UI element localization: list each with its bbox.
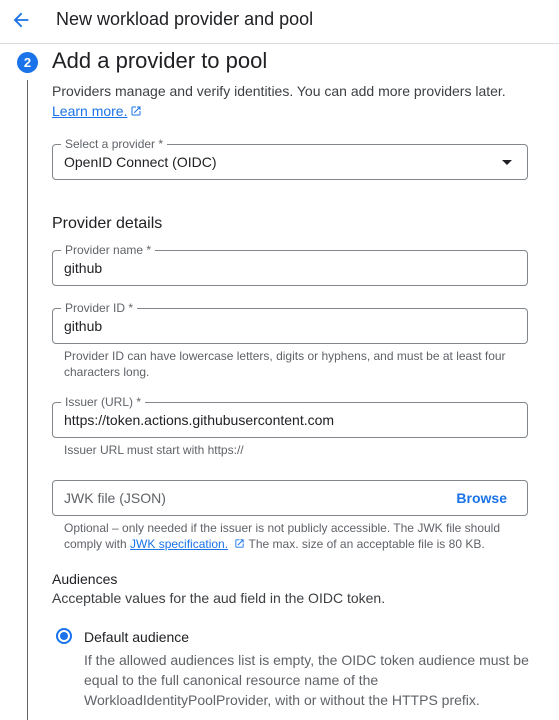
provider-id-hint-line1: Provider ID can have lowercase letters, … bbox=[64, 349, 506, 363]
provider-details-heading: Provider details bbox=[52, 215, 163, 232]
default-audience-description: If the allowed audiences list is empty, … bbox=[84, 652, 529, 708]
provider-name-field[interactable]: Provider name * github bbox=[52, 243, 528, 286]
provider-id-hint-line2: characters long. bbox=[64, 365, 150, 379]
provider-id-value: github bbox=[64, 318, 103, 334]
jwk-file-field[interactable]: JWK file (JSON) Browse bbox=[52, 480, 528, 516]
learn-more-label: Learn more. bbox=[52, 103, 128, 119]
jwk-hint-line2: comply with JWK specification. The max. … bbox=[64, 536, 500, 552]
default-audience-radio[interactable] bbox=[56, 628, 72, 644]
step-number-badge: 2 bbox=[17, 52, 38, 73]
step-description: Providers manage and verify identities. … bbox=[52, 83, 506, 99]
jwk-hint-prefix: comply with bbox=[64, 537, 127, 551]
radio-selected-dot bbox=[60, 632, 68, 640]
audiences-title: Audiences bbox=[52, 571, 118, 587]
provider-name-label: Provider name * bbox=[61, 243, 156, 257]
jwk-file-hint: Optional – only needed if the issuer is … bbox=[64, 520, 500, 552]
issuer-url-value: https://token.actions.githubusercontent.… bbox=[64, 412, 335, 428]
top-bar: New workload provider and pool bbox=[0, 0, 559, 44]
learn-more-link[interactable]: Learn more. bbox=[52, 103, 142, 119]
dropdown-arrow-icon bbox=[502, 160, 512, 165]
audiences-description: Acceptable values for the aud field in t… bbox=[52, 590, 386, 606]
jwk-hint-suffix: The max. size of an acceptable file is 8… bbox=[248, 537, 485, 551]
step-title: Add a provider to pool bbox=[52, 48, 268, 73]
provider-id-hint: Provider ID can have lowercase letters, … bbox=[64, 348, 506, 380]
issuer-url-hint: Issuer URL must start with https:// bbox=[64, 443, 244, 457]
external-link-icon bbox=[235, 539, 245, 548]
provider-id-field[interactable]: Provider ID * github bbox=[52, 301, 528, 344]
arrow-back-icon[interactable] bbox=[10, 9, 32, 31]
jwk-spec-link[interactable]: JWK specification. bbox=[130, 537, 228, 551]
provider-id-label: Provider ID * bbox=[61, 301, 138, 315]
default-audience-label[interactable]: Default audience bbox=[84, 629, 189, 645]
issuer-url-label: Issuer (URL) * bbox=[61, 395, 146, 409]
browse-button[interactable]: Browse bbox=[456, 490, 507, 506]
jwk-hint-line1: Optional – only needed if the issuer is … bbox=[64, 521, 501, 535]
provider-select[interactable]: Select a provider * OpenID Connect (OIDC… bbox=[52, 137, 528, 180]
page-title: New workload provider and pool bbox=[56, 9, 314, 29]
jwk-file-placeholder: JWK file (JSON) bbox=[64, 490, 166, 506]
step-connector-line bbox=[27, 80, 28, 720]
provider-name-value: github bbox=[64, 260, 103, 276]
provider-select-value: OpenID Connect (OIDC) bbox=[64, 154, 217, 170]
provider-select-label: Select a provider * bbox=[61, 137, 168, 151]
external-link-icon bbox=[131, 106, 141, 116]
issuer-url-field[interactable]: Issuer (URL) * https://token.actions.git… bbox=[52, 395, 528, 438]
